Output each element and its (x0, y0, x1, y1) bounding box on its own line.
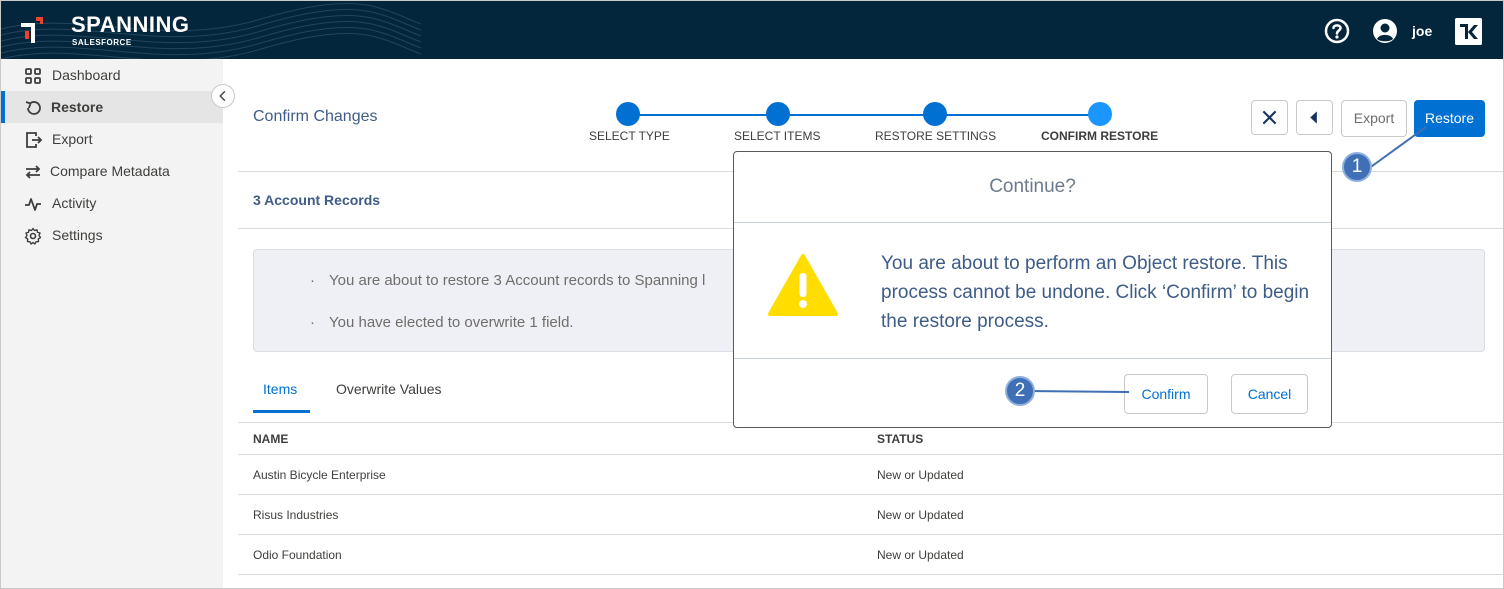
back-button[interactable] (1296, 100, 1333, 135)
step-label: SELECT ITEMS (734, 129, 821, 143)
sidebar-item-restore[interactable]: Restore (1, 91, 223, 123)
table-cell-name: Odio Foundation (253, 548, 342, 562)
divider (238, 494, 1503, 495)
restore-icon (25, 101, 41, 115)
compare-icon (25, 165, 41, 179)
help-icon[interactable] (1324, 18, 1350, 44)
sidebar-item-label: Activity (52, 195, 97, 211)
tab-items[interactable]: Items (263, 381, 297, 397)
username[interactable]: joe (1412, 23, 1432, 39)
bullet: · (310, 314, 315, 331)
sidebar-item-compare-metadata[interactable]: Compare Metadata (1, 155, 223, 187)
records-title: 3 Account Records (253, 192, 381, 208)
column-header-status[interactable]: STATUS (877, 432, 923, 446)
confirm-button[interactable]: Confirm (1124, 374, 1208, 414)
sidebar-item-label: Dashboard (52, 67, 121, 83)
table-cell-status: New or Updated (877, 508, 964, 522)
collapse-sidebar-button[interactable] (211, 84, 235, 108)
divider (734, 358, 1331, 359)
warning-icon (768, 254, 838, 316)
column-header-name[interactable]: NAME (253, 432, 288, 446)
table-cell-name: Risus Industries (253, 508, 339, 522)
divider (238, 454, 1503, 455)
table-cell-status: New or Updated (877, 548, 964, 562)
sidebar-item-label: Compare Metadata (50, 163, 170, 179)
step-dot-select-type (616, 102, 640, 126)
user-avatar-icon[interactable] (1372, 18, 1398, 44)
brand-subtitle: SALESFORCE (72, 38, 132, 47)
dialog-message: You are about to perform an Object resto… (881, 253, 1310, 332)
tab-overwrite-values[interactable]: Overwrite Values (336, 381, 442, 397)
step-label: SELECT TYPE (589, 129, 670, 143)
sidebar-item-settings[interactable]: Settings (1, 219, 223, 251)
sidebar-item-export[interactable]: Export (1, 123, 223, 155)
activity-icon (25, 198, 41, 211)
page-title: Confirm Changes (253, 108, 378, 125)
export-icon (26, 132, 42, 148)
divider (734, 222, 1331, 223)
table-cell-status: New or Updated (877, 468, 964, 482)
info-line: You have elected to overwrite 1 field. (329, 314, 574, 331)
bullet: · (310, 272, 315, 289)
sidebar-item-label: Restore (51, 99, 104, 115)
sidebar: Dashboard Restore Export Compare Metadat… (1, 59, 223, 588)
grid-icon (25, 68, 41, 84)
close-button[interactable] (1251, 100, 1288, 135)
info-line: You are about to restore 3 Account recor… (329, 272, 706, 289)
table-cell-name: Austin Bicycle Enterprise (253, 468, 386, 482)
dialog-title: Continue? (989, 176, 1076, 197)
step-dot-select-items (766, 102, 790, 126)
sidebar-item-dashboard[interactable]: Dashboard (1, 59, 223, 91)
sidebar-item-activity[interactable]: Activity (1, 187, 223, 219)
top-bar: SPANNING SALESFORCE joe (1, 1, 1503, 59)
callout-2-pointer (1024, 390, 1130, 393)
step-dot-restore-settings (923, 102, 947, 126)
gear-icon (24, 227, 42, 245)
spanning-logo-icon (21, 17, 43, 43)
callout-1-badge: 1 (1342, 152, 1372, 182)
brand-name: SPANNING (71, 12, 190, 37)
sidebar-item-label: Export (52, 131, 93, 147)
step-label: RESTORE SETTINGS (875, 129, 997, 143)
cancel-button[interactable]: Cancel (1231, 374, 1308, 414)
stepper-line (628, 114, 1100, 116)
divider (238, 574, 1503, 575)
step-dot-confirm-restore (1088, 102, 1112, 126)
divider (238, 534, 1503, 535)
sidebar-item-label: Settings (52, 227, 103, 243)
callout-2-badge: 2 (1005, 376, 1035, 406)
app-window: SPANNING SALESFORCE joe Dashboard Restor… (0, 0, 1504, 589)
header-wave-pattern (1, 2, 421, 59)
active-tab-indicator (253, 410, 310, 413)
kaseya-logo-icon[interactable] (1455, 18, 1482, 45)
step-label: CONFIRM RESTORE (1041, 129, 1159, 143)
